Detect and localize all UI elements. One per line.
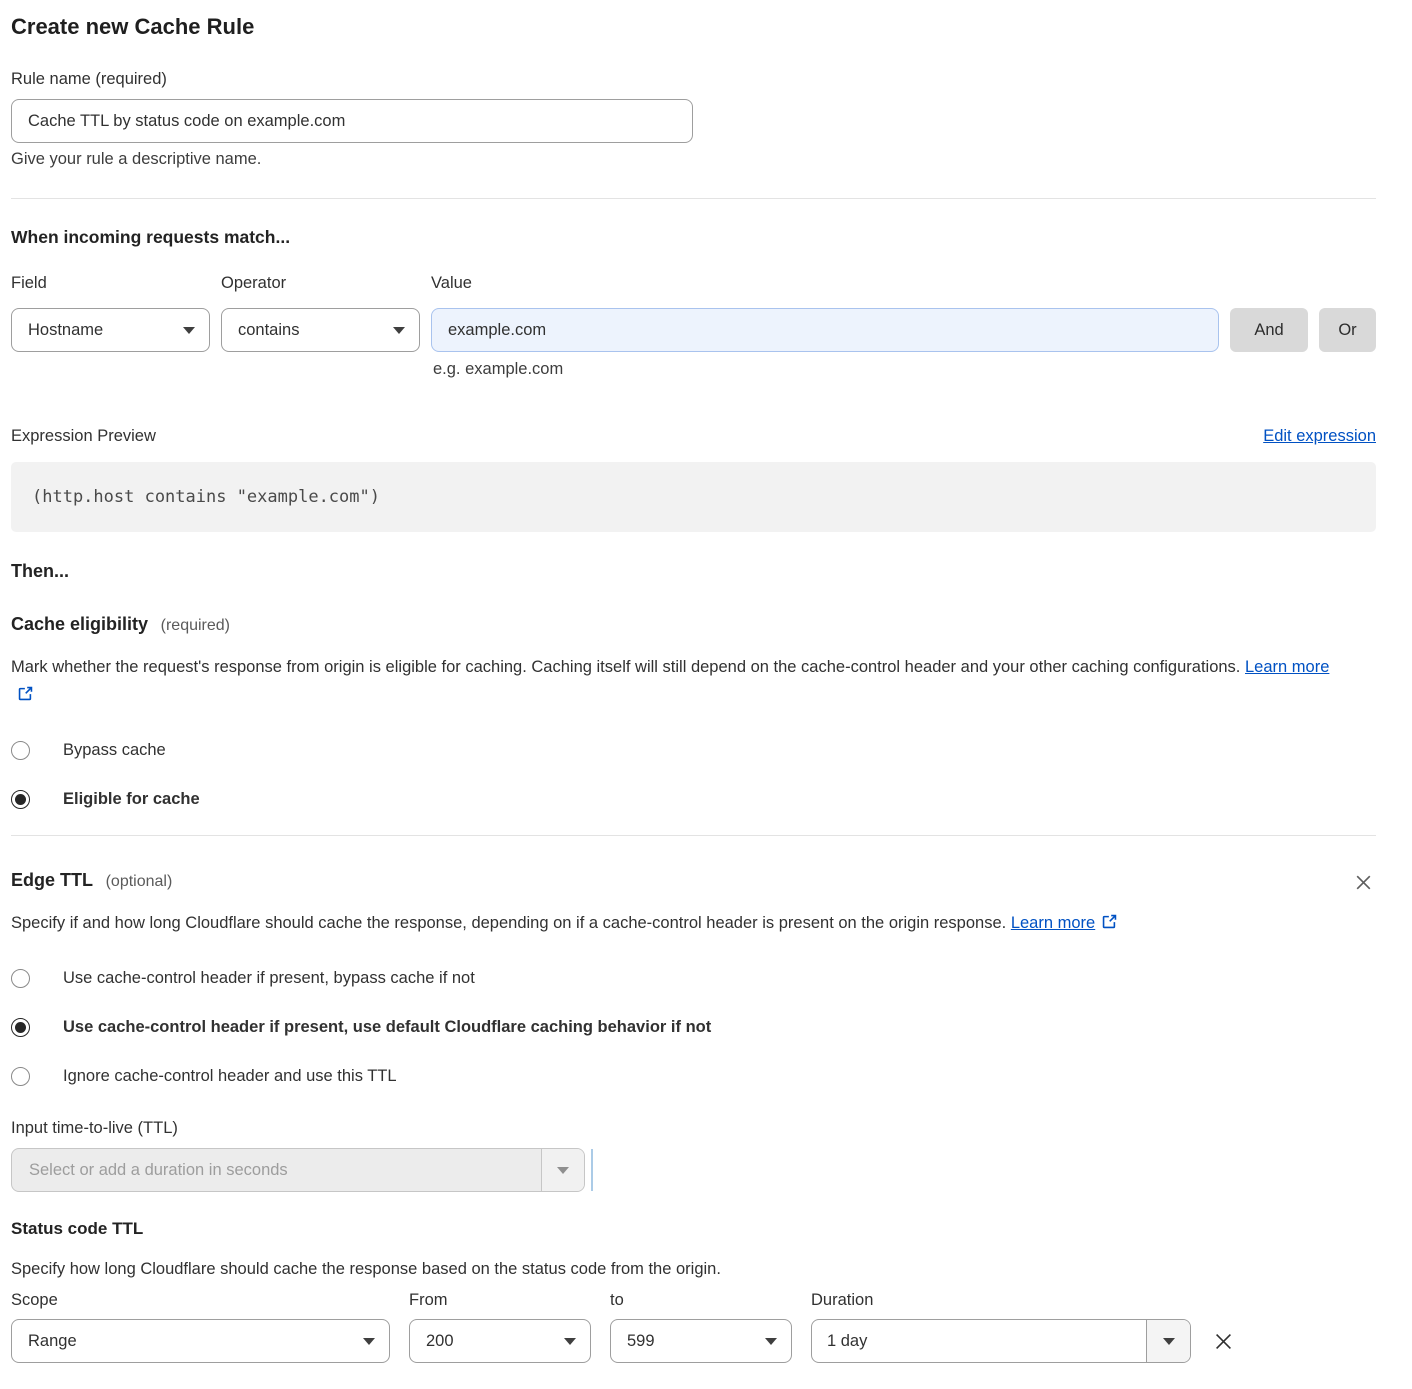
field-label: Field: [11, 274, 210, 293]
from-select-value: 200: [426, 1332, 454, 1351]
then-heading: Then...: [11, 561, 1376, 582]
external-link-icon: [1101, 911, 1118, 939]
status-code-ttl-description: Specify how long Cloudflare should cache…: [11, 1260, 1376, 1279]
radio-label: Bypass cache: [63, 741, 166, 760]
edit-expression-link[interactable]: Edit expression: [1263, 427, 1376, 446]
to-select-value: 599: [627, 1332, 655, 1351]
divider: [11, 835, 1376, 836]
or-button[interactable]: Or: [1319, 308, 1376, 352]
from-label: From: [409, 1291, 591, 1310]
value-input[interactable]: [431, 308, 1219, 352]
ttl-input-label: Input time-to-live (TTL): [11, 1119, 1376, 1138]
edge-ttl-heading: Edge TTL: [11, 870, 93, 890]
operator-label: Operator: [221, 274, 420, 293]
edge-ttl-description: Specify if and how long Cloudflare shoul…: [11, 909, 1351, 939]
chevron-down-icon: [541, 1149, 584, 1191]
duration-label: Duration: [811, 1291, 1191, 1310]
radio-selected-icon: [11, 790, 30, 809]
ttl-duration-select[interactable]: Select or add a duration in seconds: [11, 1148, 585, 1192]
radio-icon: [11, 1067, 30, 1086]
to-label: to: [610, 1291, 792, 1310]
edge-ttl-learn-more-link[interactable]: Learn more: [1011, 914, 1095, 932]
rule-name-input[interactable]: [11, 99, 693, 143]
operator-select-value: contains: [238, 321, 299, 340]
page-title: Create new Cache Rule: [11, 14, 1376, 40]
radio-use-header-default[interactable]: Use cache-control header if present, use…: [11, 1018, 1376, 1037]
status-code-ttl-heading: Status code TTL: [11, 1219, 1376, 1239]
value-label: Value: [431, 274, 1219, 293]
optional-tag: (optional): [106, 873, 173, 890]
field-select-value: Hostname: [28, 321, 103, 340]
required-tag: (required): [161, 617, 230, 634]
remove-status-ttl-icon[interactable]: [1210, 1328, 1237, 1355]
to-select[interactable]: 599: [610, 1319, 792, 1363]
edge-ttl-description-text: Specify if and how long Cloudflare shoul…: [11, 914, 1006, 932]
from-select[interactable]: 200: [409, 1319, 591, 1363]
radio-label: Ignore cache-control header and use this…: [63, 1067, 397, 1086]
rule-name-label: Rule name (required): [11, 70, 1376, 89]
cache-eligibility-description-text: Mark whether the request's response from…: [11, 658, 1240, 676]
value-hint: e.g. example.com: [433, 360, 1376, 379]
chevron-down-icon: [564, 1338, 576, 1345]
radio-label: Eligible for cache: [63, 790, 200, 809]
radio-selected-icon: [11, 1018, 30, 1037]
ttl-divider: [591, 1149, 593, 1191]
cache-eligibility-heading: Cache eligibility: [11, 614, 148, 634]
and-button[interactable]: And: [1230, 308, 1308, 352]
radio-ignore-header[interactable]: Ignore cache-control header and use this…: [11, 1067, 1376, 1086]
expression-code: (http.host contains "example.com"): [11, 462, 1376, 532]
duration-select-value: 1 day: [812, 1320, 1146, 1362]
edge-ttl-close-icon[interactable]: [1351, 870, 1376, 895]
chevron-down-icon: [1146, 1320, 1190, 1362]
radio-label: Use cache-control header if present, use…: [63, 1018, 711, 1037]
chevron-down-icon: [765, 1338, 777, 1345]
cache-eligibility-description: Mark whether the request's response from…: [11, 653, 1351, 711]
duration-select[interactable]: 1 day: [811, 1319, 1191, 1363]
match-section-heading: When incoming requests match...: [11, 227, 1376, 248]
field-select[interactable]: Hostname: [11, 308, 210, 352]
expression-preview-label: Expression Preview: [11, 427, 156, 446]
external-link-icon: [17, 683, 34, 711]
radio-icon: [11, 969, 30, 988]
scope-select-value: Range: [28, 1332, 77, 1351]
create-cache-rule-form: Create new Cache Rule Rule name (require…: [0, 0, 1412, 1389]
radio-eligible-for-cache[interactable]: Eligible for cache: [11, 790, 1376, 809]
operator-select[interactable]: contains: [221, 308, 420, 352]
radio-icon: [11, 741, 30, 760]
chevron-down-icon: [183, 327, 195, 334]
ttl-duration-placeholder: Select or add a duration in seconds: [12, 1149, 541, 1191]
radio-bypass-cache[interactable]: Bypass cache: [11, 741, 1376, 760]
scope-select[interactable]: Range: [11, 1319, 390, 1363]
divider: [11, 198, 1376, 199]
cache-eligibility-learn-more-link[interactable]: Learn more: [1245, 658, 1329, 676]
chevron-down-icon: [393, 327, 405, 334]
radio-use-header-bypass[interactable]: Use cache-control header if present, byp…: [11, 969, 1376, 988]
chevron-down-icon: [363, 1338, 375, 1345]
rule-name-help: Give your rule a descriptive name.: [11, 150, 1376, 169]
scope-label: Scope: [11, 1291, 390, 1310]
radio-label: Use cache-control header if present, byp…: [63, 969, 475, 988]
